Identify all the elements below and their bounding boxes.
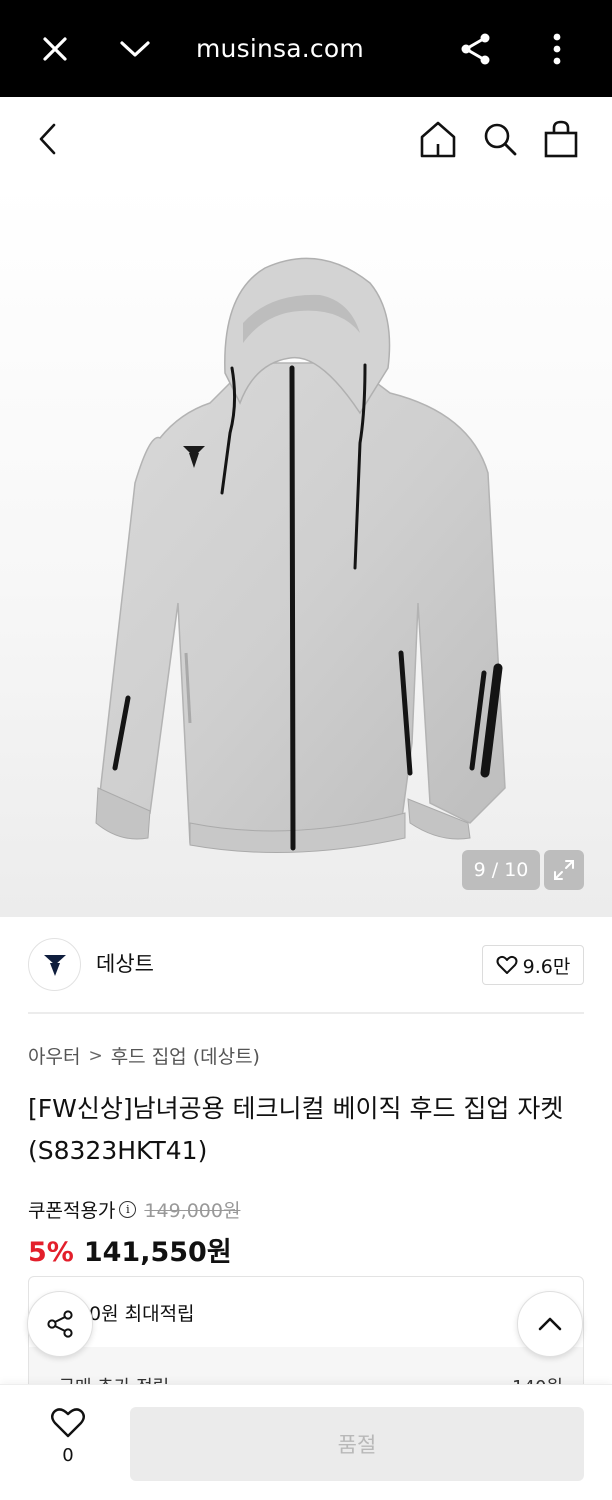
share-icon[interactable] <box>455 28 497 70</box>
divider <box>28 1012 584 1014</box>
breadcrumb-subcategory[interactable]: 후드 집업 (데상트) <box>111 1042 260 1069</box>
search-icon[interactable] <box>476 115 524 163</box>
heart-icon <box>51 1408 85 1438</box>
url-text[interactable]: musinsa.com <box>196 30 364 68</box>
more-menu-icon[interactable] <box>536 28 578 70</box>
heart-icon <box>496 955 518 974</box>
sold-out-button[interactable]: 품절 <box>130 1407 584 1481</box>
chevron-up-icon <box>538 1317 562 1331</box>
image-counter: 9 / 10 <box>462 850 540 890</box>
brand-like-count: 9.6만 <box>522 955 571 978</box>
sale-price: 141,550원 <box>83 1237 232 1268</box>
chevron-down-icon[interactable] <box>114 28 156 70</box>
like-brand-button[interactable]: 9.6만 <box>482 945 584 985</box>
home-icon[interactable] <box>414 115 462 163</box>
coupon-label: 쿠폰적용가 <box>28 1200 116 1222</box>
bottom-action-bar: 0 품절 <box>0 1384 612 1500</box>
close-icon[interactable] <box>34 28 76 70</box>
product-image[interactable] <box>0 183 612 917</box>
app-header <box>0 97 612 183</box>
product-title: [FW신상]남녀공용 테크니컬 베이직 후드 집업 자켓 (S8323HKT41… <box>28 1094 564 1165</box>
price-row: 5% 141,550원 <box>28 1230 232 1269</box>
hoodie-illustration <box>95 257 506 854</box>
breadcrumb-category[interactable]: 아우터 <box>28 1042 80 1069</box>
info-icon[interactable]: i <box>119 1201 137 1218</box>
points-title: 0원 최대적립 <box>89 1303 195 1325</box>
back-icon[interactable] <box>24 115 72 163</box>
scroll-top-button[interactable] <box>517 1291 583 1357</box>
expand-icon[interactable] <box>544 850 584 890</box>
breadcrumb: 아우터 > 후드 집업 (데상트) <box>28 1042 260 1069</box>
floating-share-button[interactable] <box>27 1291 93 1357</box>
shopping-bag-icon[interactable] <box>537 115 585 163</box>
wishlist-button[interactable]: 0 <box>40 1407 96 1479</box>
wishlist-count: 0 <box>62 1445 74 1466</box>
chevron-right-icon: > <box>88 1045 103 1066</box>
browser-toolbar: musinsa.com <box>0 0 612 97</box>
share-icon <box>47 1310 73 1338</box>
brand-logo-icon[interactable] <box>28 938 81 991</box>
coupon-price-row: 쿠폰적용가 i 149,000원 <box>28 1196 240 1223</box>
original-price: 149,000원 <box>144 1200 241 1222</box>
brand-row: 데상트 9.6만 <box>0 917 612 1013</box>
discount-rate: 5% <box>28 1237 74 1268</box>
brand-name[interactable]: 데상트 <box>96 948 154 978</box>
